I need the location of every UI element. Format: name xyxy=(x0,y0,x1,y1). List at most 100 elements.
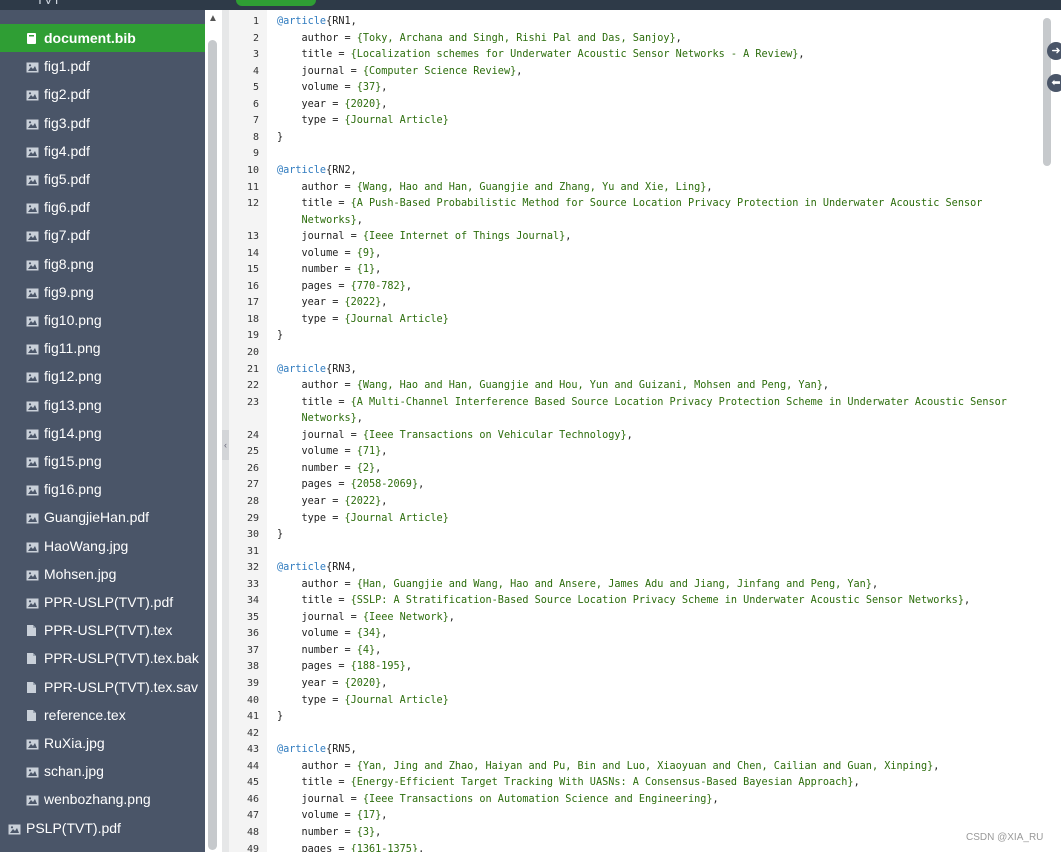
file-item-fig13-png[interactable]: fig13.png xyxy=(0,391,229,419)
file-item-ruxia-jpg[interactable]: RuXia.jpg xyxy=(0,729,229,757)
code-line[interactable]: } xyxy=(277,130,283,146)
code-line[interactable]: journal = {Computer Science Review}, xyxy=(277,64,523,80)
code-line[interactable]: type = {Journal Article} xyxy=(277,312,449,328)
code-line[interactable]: volume = {9}, xyxy=(277,246,382,262)
code-line[interactable]: title = {Localization schemes for Underw… xyxy=(277,47,805,63)
file-item-fig6-pdf[interactable]: fig6.pdf xyxy=(0,193,229,221)
collapse-panel-icon[interactable]: ‹ xyxy=(222,430,229,460)
editor-scrollbar[interactable] xyxy=(1041,10,1061,852)
file-item-fig10-png[interactable]: fig10.png xyxy=(0,306,229,334)
file-item-ppr-uslp-tvt-tex-sav[interactable]: PPR-USLP(TVT).tex.sav xyxy=(0,673,229,701)
code-line[interactable]: pages = {1361-1375}, xyxy=(277,842,425,852)
file-item-fig1-pdf[interactable]: fig1.pdf xyxy=(0,52,229,80)
image-icon xyxy=(26,88,39,101)
panel-splitter[interactable]: ‹ xyxy=(222,10,229,852)
file-item-fig9-png[interactable]: fig9.png xyxy=(0,278,229,306)
file-item-mohsen-jpg[interactable]: Mohsen.jpg xyxy=(0,560,229,588)
file-item-fig15-png[interactable]: fig15.png xyxy=(0,447,229,475)
field-value: {2022} xyxy=(344,495,382,507)
code-line[interactable]: journal = {Ieee Transactions on Vehicula… xyxy=(277,428,633,444)
file-item-fig2-pdf[interactable]: fig2.pdf xyxy=(0,80,229,108)
sidebar-scrollbar[interactable]: ▲ xyxy=(205,10,222,852)
code-line[interactable]: author = {Wang, Hao and Han, Guangjie an… xyxy=(277,378,829,394)
file-item-pslp-tvt-pdf[interactable]: PSLP(TVT).pdf xyxy=(0,814,211,842)
code-line[interactable]: } xyxy=(277,328,283,344)
code-line[interactable]: volume = {71}, xyxy=(277,444,388,460)
code-line[interactable]: year = {2020}, xyxy=(277,97,388,113)
code-text: year = xyxy=(277,678,345,689)
code-line[interactable]: type = {Journal Article} xyxy=(277,511,449,527)
code-line[interactable]: pages = {770-782}, xyxy=(277,279,412,295)
code-line[interactable]: @article{RN1, xyxy=(277,14,357,30)
file-item-reference-tex[interactable]: reference.tex xyxy=(0,701,229,729)
code-line[interactable]: number = {2}, xyxy=(277,461,382,477)
code-text: , xyxy=(375,462,382,474)
code-line[interactable]: pages = {2058-2069}, xyxy=(277,477,425,493)
code-line[interactable]: pages = {188-195}, xyxy=(277,659,412,675)
file-item-fig11-png[interactable]: fig11.png xyxy=(0,334,229,362)
file-item-fig3-pdf[interactable]: fig3.pdf xyxy=(0,109,229,137)
code-line[interactable]: year = {2022}, xyxy=(277,494,388,510)
file-item-fig16-png[interactable]: fig16.png xyxy=(0,475,229,503)
code-line[interactable]: type = {Journal Article} xyxy=(277,693,449,709)
code-line[interactable]: Networks}, xyxy=(277,213,363,229)
code-line[interactable]: title = {Energy-Efficient Target Trackin… xyxy=(277,775,860,791)
code-line[interactable]: volume = {37}, xyxy=(277,80,388,96)
code-line[interactable]: } xyxy=(277,527,283,543)
code-text: type = xyxy=(277,694,345,706)
recompile-button-edge[interactable] xyxy=(236,0,316,6)
line-number: 24 xyxy=(246,429,259,441)
code-line[interactable]: volume = {17}, xyxy=(277,808,388,824)
file-item-fig12-png[interactable]: fig12.png xyxy=(0,362,229,390)
code-line[interactable]: year = {2022}, xyxy=(277,295,388,311)
file-item-ppr-uslp-tvt-tex[interactable]: PPR-USLP(TVT).tex xyxy=(0,616,229,644)
code-line[interactable]: author = {Yan, Jing and Zhao, Haiyan and… xyxy=(277,759,940,775)
file-item-fig7-pdf[interactable]: fig7.pdf xyxy=(0,221,229,249)
code-line[interactable]: } xyxy=(277,709,283,725)
arrow-left-icon[interactable]: ⬅ xyxy=(1047,74,1061,92)
image-icon xyxy=(26,314,39,327)
code-line[interactable]: number = {1}, xyxy=(277,262,382,278)
code-line[interactable]: @article{RN2, xyxy=(277,163,357,179)
code-editor[interactable]: 1 2 3 4 5 6 7 8 9 10 11 12 13 14 15 16 17 18 19 20 21 22 23 24 2… xyxy=(229,10,1041,852)
arrow-right-icon[interactable]: ➜ xyxy=(1047,42,1061,60)
file-item-ppr-uslp-tvt-pdf[interactable]: PPR-USLP(TVT).pdf xyxy=(0,588,229,616)
code-text: } xyxy=(277,330,284,342)
file-item-schan-jpg[interactable]: schan.jpg xyxy=(0,757,229,785)
code-text: } xyxy=(277,529,284,541)
code-line[interactable]: author = {Wang, Hao and Han, Guangjie an… xyxy=(277,180,713,196)
file-item-fig14-png[interactable]: fig14.png xyxy=(0,419,229,447)
code-text: , xyxy=(706,181,713,193)
code-line[interactable]: journal = {Ieee Transactions on Automati… xyxy=(277,792,719,808)
scroll-up-icon[interactable]: ▲ xyxy=(208,13,218,24)
code-line[interactable]: @article{RN5, xyxy=(277,742,357,758)
file-item-guangjiehan-pdf[interactable]: GuangjieHan.pdf xyxy=(0,503,229,531)
code-line[interactable]: year = {2020}, xyxy=(277,676,388,692)
code-line[interactable]: type = {Journal Article} xyxy=(277,113,449,129)
code-line[interactable]: journal = {Ieee Internet of Things Journ… xyxy=(277,229,572,245)
code-line[interactable]: @article{RN4, xyxy=(277,560,357,576)
code-line[interactable]: title = {SSLP: A Stratification-Based So… xyxy=(277,593,971,609)
code-line[interactable]: title = {A Push-Based Probabilistic Meth… xyxy=(277,196,983,212)
code-line[interactable]: Networks}, xyxy=(277,411,363,427)
folder-header[interactable]: TVT xyxy=(0,0,205,10)
file-item-document-bib[interactable]: document.bib xyxy=(0,24,229,52)
sidebar-scroll-thumb[interactable] xyxy=(208,40,217,850)
file-item-wenbozhang-png[interactable]: wenbozhang.png xyxy=(0,785,229,813)
file-item-ppr-uslp-tvt-tex-bak[interactable]: PPR-USLP(TVT).tex.bak xyxy=(0,644,229,672)
file-item-fig5-pdf[interactable]: fig5.pdf xyxy=(0,165,229,193)
code-line[interactable]: @article{RN3, xyxy=(277,362,357,378)
code-line[interactable]: number = {3}, xyxy=(277,825,382,841)
code-line[interactable]: volume = {34}, xyxy=(277,626,388,642)
file-item-haowang-jpg[interactable]: HaoWang.jpg xyxy=(0,532,229,560)
code-line[interactable]: number = {4}, xyxy=(277,643,382,659)
file-item-fig8-png[interactable]: fig8.png xyxy=(0,250,229,278)
code-text: } xyxy=(277,131,284,143)
file-item-fig4-pdf[interactable]: fig4.pdf xyxy=(0,137,229,165)
code-line[interactable]: author = {Han, Guangjie and Wang, Hao an… xyxy=(277,577,879,593)
code-line[interactable]: author = {Toky, Archana and Singh, Rishi… xyxy=(277,31,682,47)
code-line[interactable]: title = {A Multi-Channel Interference Ba… xyxy=(277,395,1007,411)
editor-scroll-thumb[interactable] xyxy=(1043,18,1051,166)
field-value: {1361-1375} xyxy=(350,843,419,852)
code-line[interactable]: journal = {Ieee Network}, xyxy=(277,610,455,626)
